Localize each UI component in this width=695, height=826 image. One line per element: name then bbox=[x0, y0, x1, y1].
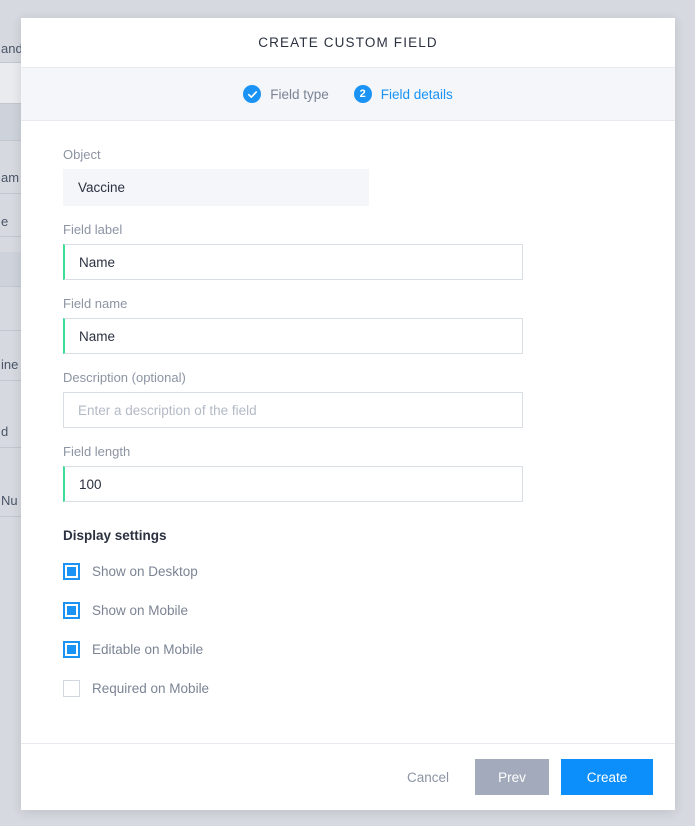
modal-header: CREATE CUSTOM FIELD bbox=[21, 18, 675, 68]
field-length-group: Field length 100 bbox=[63, 444, 633, 502]
object-label: Object bbox=[63, 147, 101, 162]
field-name-input[interactable]: Name bbox=[63, 318, 523, 354]
description-group: Description (optional) Enter a descripti… bbox=[63, 370, 633, 428]
checkbox-label: Show on Desktop bbox=[92, 564, 198, 579]
step-field-type[interactable]: Field type bbox=[243, 85, 329, 103]
create-button[interactable]: Create bbox=[561, 759, 653, 795]
modal-footer: Cancel Prev Create bbox=[21, 743, 675, 810]
field-length-label: Field length bbox=[63, 444, 131, 459]
checkbox-row[interactable]: Show on Mobile bbox=[63, 591, 633, 630]
field-label-group: Field label Name bbox=[63, 222, 633, 280]
step-field-details[interactable]: 2 Field details bbox=[353, 85, 453, 103]
field-label-label: Field label bbox=[63, 222, 123, 237]
object-value: Vaccine bbox=[63, 169, 369, 206]
wizard-stepper: Field type 2 Field details bbox=[21, 68, 675, 121]
prev-button[interactable]: Prev bbox=[475, 759, 549, 795]
description-label: Description (optional) bbox=[63, 370, 186, 385]
field-name-group: Field name Name bbox=[63, 296, 633, 354]
description-input[interactable]: Enter a description of the field bbox=[63, 392, 523, 428]
field-label-input[interactable]: Name bbox=[63, 244, 523, 280]
cancel-button[interactable]: Cancel bbox=[393, 759, 463, 795]
checkbox-checked-icon[interactable] bbox=[63, 641, 80, 658]
display-settings-section: Display settings Show on Desktop Show on … bbox=[63, 528, 633, 708]
create-custom-field-modal: CREATE CUSTOM FIELD Field type 2 Field d… bbox=[21, 18, 675, 810]
checkbox-row[interactable]: Editable on Mobile bbox=[63, 630, 633, 669]
modal-title: CREATE CUSTOM FIELD bbox=[258, 35, 438, 50]
object-field-group: Object Vaccine bbox=[63, 147, 633, 206]
checkbox-label: Show on Mobile bbox=[92, 603, 189, 618]
step-field-type-label: Field type bbox=[270, 86, 329, 102]
field-length-input[interactable]: 100 bbox=[63, 466, 523, 502]
checkbox-label: Required on Mobile bbox=[92, 681, 210, 696]
check-icon bbox=[243, 85, 262, 103]
step-field-details-label: Field details bbox=[380, 86, 453, 102]
checkbox-unchecked-icon[interactable] bbox=[63, 680, 80, 697]
display-settings-heading: Display settings bbox=[63, 528, 167, 543]
checkbox-label: Editable on Mobile bbox=[92, 642, 204, 657]
checkbox-row[interactable]: Show on Desktop bbox=[63, 552, 633, 591]
field-name-label: Field name bbox=[63, 296, 128, 311]
checkbox-row[interactable]: Required on Mobile bbox=[63, 669, 633, 708]
checkbox-checked-icon[interactable] bbox=[63, 563, 80, 580]
checkbox-checked-icon[interactable] bbox=[63, 602, 80, 619]
step-number-badge: 2 bbox=[353, 85, 372, 103]
display-settings-options: Show on Desktop Show on Mobile Editable on… bbox=[63, 552, 633, 708]
modal-body: Object Vaccine Field label Name Field na… bbox=[21, 121, 675, 743]
